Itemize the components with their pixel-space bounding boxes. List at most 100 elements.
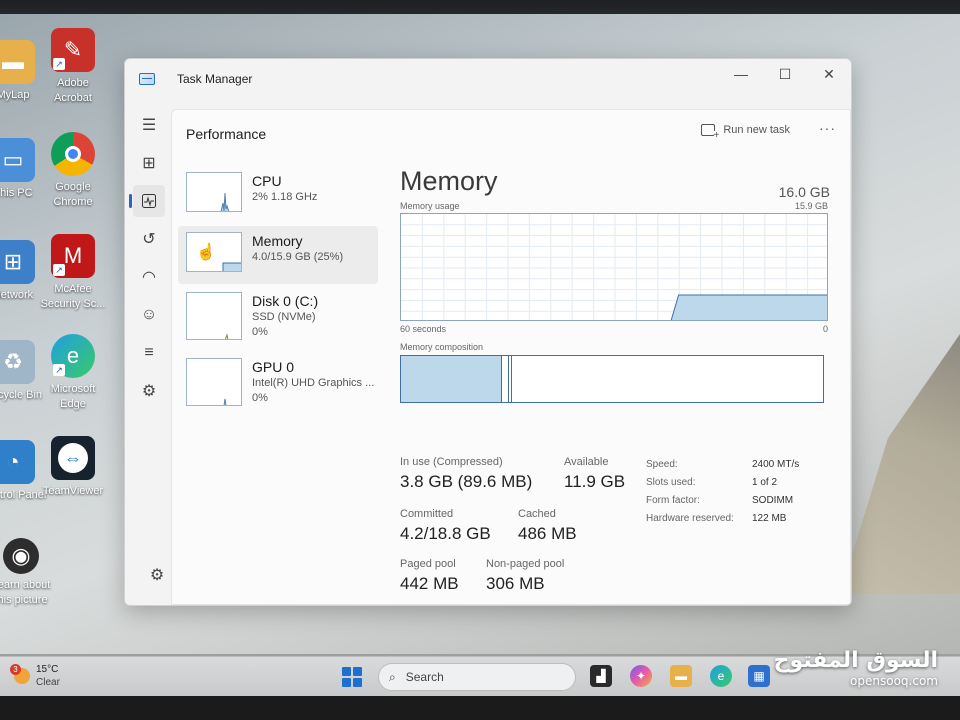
- stat-label: In use (Compressed): [400, 456, 503, 468]
- close-button[interactable]: ✕: [807, 59, 851, 89]
- task-view-icon[interactable]: ▟: [590, 665, 612, 687]
- desktop-icon-label: Adobe: [57, 77, 89, 89]
- hamburger-icon[interactable]: ☰: [133, 109, 165, 141]
- control-panel-icon: ◔: [0, 440, 35, 484]
- memory-specs: Speed: 2400 MT/s Slots used: 1 of 2 Form…: [646, 456, 846, 528]
- desktop-icon-teamviewer[interactable]: ⇔ TeamViewer: [38, 436, 108, 499]
- gear-icon[interactable]: ⚙: [141, 559, 173, 591]
- recycle-bin-icon: ♻: [0, 340, 35, 384]
- spec-row: Speed: 2400 MT/s: [646, 456, 846, 474]
- spec-value: SODIMM: [752, 495, 794, 506]
- title-bar[interactable]: Task Manager — ☐ ✕: [125, 59, 851, 103]
- spec-row: Hardware reserved: 122 MB: [646, 510, 846, 528]
- memory-usage-label: Memory usage: [400, 201, 460, 211]
- stat-paged-pool: Paged pool 442 MB: [400, 558, 459, 594]
- taskbar-search[interactable]: ⌕ Search: [378, 663, 576, 691]
- weather-badge: 3: [10, 664, 21, 675]
- device-disk[interactable]: Disk 0 (C:) SSD (NVMe) 0%: [178, 286, 378, 344]
- start-button[interactable]: [342, 667, 362, 687]
- memory-composition-bar: [400, 355, 824, 403]
- device-detail: 2% 1.18 GHz: [252, 191, 318, 203]
- device-cpu[interactable]: CPU 2% 1.18 GHz: [178, 166, 378, 224]
- weather-temperature: 15°C: [36, 664, 59, 675]
- spec-value: 2400 MT/s: [752, 459, 800, 470]
- window-title: Task Manager: [177, 72, 253, 86]
- run-new-task-label: Run new task: [723, 124, 790, 136]
- page-title: Performance: [186, 126, 267, 142]
- stat-label: Non-paged pool: [486, 558, 565, 570]
- edge-icon: e ↗: [51, 334, 95, 378]
- spec-value: 122 MB: [752, 513, 787, 524]
- spec-value: 1 of 2: [752, 477, 778, 488]
- details-icon[interactable]: ≡: [133, 337, 165, 369]
- device-detail: SSD (NVMe): [252, 311, 316, 323]
- composition-in-use: [401, 356, 503, 402]
- desktop-icon-mcafee[interactable]: M ↗ McAfee Security Sc...: [38, 234, 108, 312]
- stat-label: Paged pool: [400, 558, 456, 570]
- device-detail: Intel(R) UHD Graphics ...: [252, 377, 375, 389]
- spec-row: Form factor: SODIMM: [646, 492, 846, 510]
- window-controls: — ☐ ✕: [719, 59, 851, 89]
- computer-icon: ▭: [0, 138, 35, 182]
- stat-value: 4.2/18.8 GB: [400, 524, 491, 543]
- memory-total: 16.0 GB: [778, 184, 830, 200]
- memory-detail-panel: Memory 16.0 GB Memory usage 15.9 GB 60 s…: [400, 166, 830, 604]
- hand-cursor-icon: ☝: [196, 244, 216, 261]
- stat-available: Available 11.9 GB: [564, 456, 625, 492]
- device-name: Memory: [252, 233, 303, 249]
- acrobat-icon: ✎ ↗: [51, 28, 95, 72]
- file-explorer-icon[interactable]: ▬: [670, 665, 692, 687]
- stat-value: 11.9 GB: [564, 472, 626, 491]
- device-usage: 0%: [252, 326, 268, 338]
- shortcut-arrow-icon: ↗: [53, 264, 65, 276]
- mcafee-icon: M ↗: [51, 234, 95, 278]
- desktop-icon-label: TeamViewer: [42, 485, 104, 497]
- axis-left-label: 60 seconds: [400, 324, 447, 334]
- network-icon: ⊞: [0, 240, 35, 284]
- watermark-english: opensooq.com: [850, 674, 938, 688]
- copilot-icon[interactable]: ✦: [630, 665, 652, 687]
- memory-usage-max: 15.9 GB: [794, 201, 828, 211]
- services-icon[interactable]: ⚙: [133, 375, 165, 407]
- stat-value: 306 MB: [486, 574, 545, 593]
- minimize-button[interactable]: —: [719, 59, 763, 89]
- app-history-icon[interactable]: ↺: [133, 223, 165, 255]
- weather-widget[interactable]: 3 15°C Clear: [10, 663, 60, 689]
- device-gpu[interactable]: GPU 0 Intel(R) UHD Graphics ... 0%: [178, 352, 378, 410]
- teamviewer-icon: ⇔: [51, 436, 95, 480]
- spec-row: Slots used: 1 of 2: [646, 474, 846, 492]
- spec-label: Hardware reserved:: [646, 513, 734, 524]
- desktop-icon-acrobat[interactable]: ✎ ↗ Adobe Acrobat: [38, 28, 108, 106]
- more-options-button[interactable]: ···: [819, 120, 836, 136]
- shortcut-arrow-icon: ↗: [53, 58, 65, 70]
- desktop-icon-edge[interactable]: e ↗ Microsoft Edge: [38, 334, 108, 412]
- chrome-icon: [51, 132, 95, 176]
- task-manager-window: Task Manager — ☐ ✕ ☰ ⊞ ↺ ◠ ☺ ≡ ⚙ ⚙ Perfo…: [124, 58, 852, 606]
- processes-icon[interactable]: ⊞: [133, 147, 165, 179]
- desktop-icon-label: this picture: [0, 594, 48, 606]
- device-memory[interactable]: ☝ Memory 4.0/15.9 GB (25%): [178, 226, 378, 284]
- startup-apps-icon[interactable]: ◠: [133, 261, 165, 293]
- gpu-thumbnail: [186, 358, 242, 406]
- store-icon[interactable]: ▦: [748, 665, 770, 687]
- disk-thumbnail: [186, 292, 242, 340]
- desktop-icon-chrome[interactable]: Google Chrome: [38, 132, 108, 210]
- performance-icon[interactable]: [129, 185, 165, 217]
- memory-composition-label: Memory composition: [400, 342, 484, 352]
- users-icon[interactable]: ☺: [133, 299, 165, 331]
- stat-label: Cached: [518, 508, 556, 520]
- stat-cached: Cached 486 MB: [518, 508, 577, 544]
- watermark: السوق المفتوح opensooq.com: [774, 648, 938, 688]
- run-new-task-button[interactable]: Run new task: [701, 124, 790, 141]
- desktop-icon-learn-about[interactable]: ◉ Learn about this picture: [0, 538, 56, 608]
- desktop-icon-label: Acrobat: [54, 92, 92, 104]
- desktop-icon-label: Chrome: [53, 196, 93, 208]
- stat-value: 442 MB: [400, 574, 459, 593]
- folder-icon: ▬: [0, 40, 35, 84]
- desktop-icon-label: Learn about: [0, 579, 51, 591]
- maximize-button[interactable]: ☐: [763, 59, 807, 89]
- edge-taskbar-icon[interactable]: e: [710, 665, 732, 687]
- device-name: CPU: [252, 173, 282, 189]
- stat-committed: Committed 4.2/18.8 GB: [400, 508, 491, 544]
- wallpaper-shore: [840, 334, 960, 594]
